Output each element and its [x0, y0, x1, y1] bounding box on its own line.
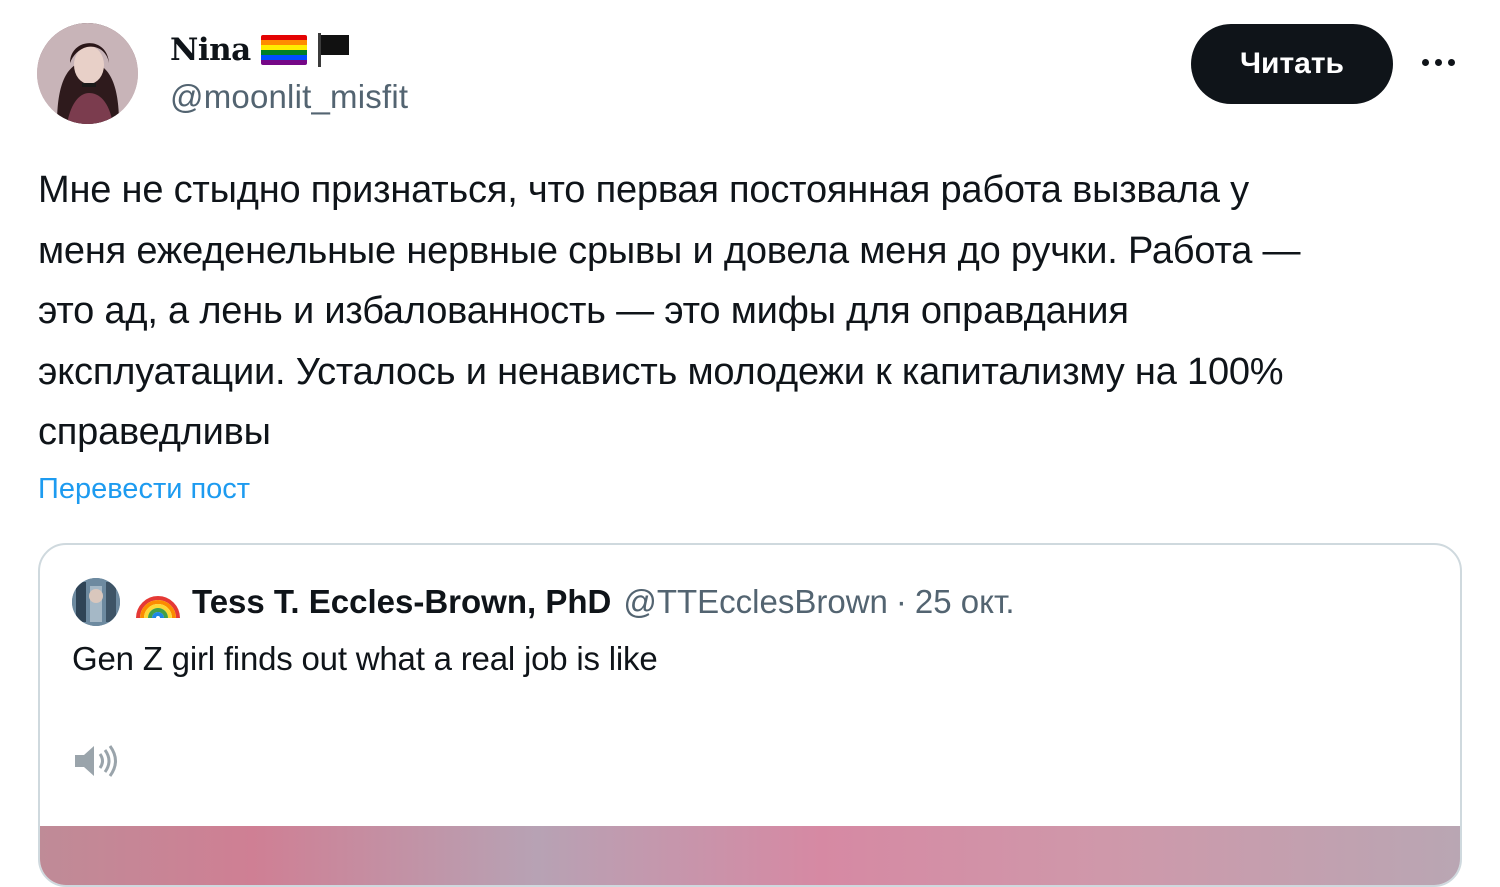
- rainbow-flag-icon: [260, 35, 307, 65]
- tweet: Nina @moonlit_misfit Читать Мне не стыдн…: [0, 0, 1500, 887]
- speaker-icon[interactable]: [72, 741, 124, 781]
- more-horizontal-icon[interactable]: [1416, 44, 1460, 80]
- quoted-separator: ·: [895, 583, 907, 620]
- black-flag-icon: [315, 31, 353, 69]
- rainbow-icon: [136, 596, 180, 619]
- more-dot: [1421, 58, 1429, 66]
- display-name-row: Nina: [170, 28, 408, 72]
- follow-button[interactable]: Читать: [1191, 24, 1393, 104]
- author-info: Nina @moonlit_misfit: [170, 28, 408, 116]
- quoted-tweet-card[interactable]: Tess T. Eccles-Brown, PhD @TTEcclesBrown…: [38, 543, 1462, 887]
- author-display-name[interactable]: Nina: [170, 32, 251, 68]
- tweet-text: Мне не стыдно признаться, что первая пос…: [38, 169, 1301, 453]
- translate-post-link[interactable]: Перевести пост: [38, 473, 250, 506]
- quoted-tweet-header: Tess T. Eccles-Brown, PhD @TTEcclesBrown…: [72, 575, 1015, 629]
- author-avatar[interactable]: [37, 23, 138, 124]
- quoted-author-name[interactable]: Tess T. Eccles-Brown, PhD: [192, 583, 611, 621]
- author-handle[interactable]: @moonlit_misfit: [170, 78, 408, 116]
- quoted-author-handle[interactable]: @TTEcclesBrown: [623, 583, 888, 621]
- quoted-tweet-date[interactable]: 25 окт.: [915, 583, 1015, 621]
- more-dot: [1447, 58, 1455, 66]
- more-dot: [1434, 58, 1442, 66]
- quoted-tweet-text: Gen Z girl finds out what a real job is …: [72, 640, 658, 677]
- quoted-video-thumbnail[interactable]: [40, 826, 1460, 885]
- quoted-author-avatar[interactable]: [72, 578, 120, 626]
